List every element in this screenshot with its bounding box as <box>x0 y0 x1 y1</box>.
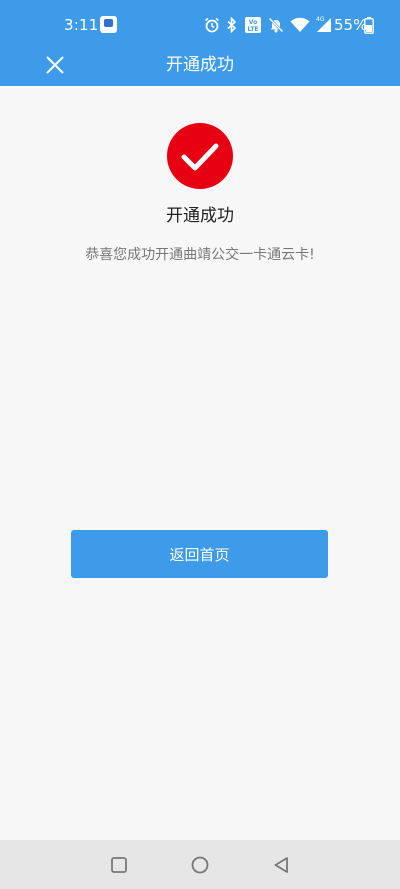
status-bar: 3:11 Vo LTE 4G 55% <box>0 0 400 44</box>
success-message: 恭喜您成功开通曲靖公交一卡通云卡! <box>85 247 315 263</box>
status-time: 3:11 <box>64 16 99 34</box>
square-icon <box>111 857 127 873</box>
title-bar: 开通成功 <box>0 44 400 86</box>
svg-text:Vo: Vo <box>249 19 257 26</box>
check-circle-icon <box>167 123 233 189</box>
volte-icon: Vo LTE <box>245 17 261 33</box>
app-notification-icon <box>100 16 117 33</box>
wifi-icon <box>290 17 310 32</box>
return-home-button[interactable]: 返回首页 <box>71 530 328 578</box>
home-nav-button[interactable] <box>185 850 215 880</box>
triangle-back-icon <box>274 857 288 873</box>
success-title: 开通成功 <box>166 206 234 226</box>
page-title: 开通成功 <box>166 55 234 75</box>
signal-icon: 4G <box>316 16 331 32</box>
mute-icon <box>268 17 284 33</box>
svg-text:LTE: LTE <box>247 26 258 33</box>
battery-icon <box>364 17 374 34</box>
top-bar: 3:11 Vo LTE 4G 55% 开通成功 <box>0 0 400 86</box>
circle-icon <box>191 856 209 874</box>
bluetooth-icon <box>227 17 237 33</box>
network-label: 4G <box>316 16 325 23</box>
navigation-bar <box>0 840 400 889</box>
back-button[interactable] <box>266 850 296 880</box>
recents-button[interactable] <box>104 850 134 880</box>
battery-percentage: 55% <box>334 16 368 34</box>
alarm-icon <box>205 17 219 33</box>
